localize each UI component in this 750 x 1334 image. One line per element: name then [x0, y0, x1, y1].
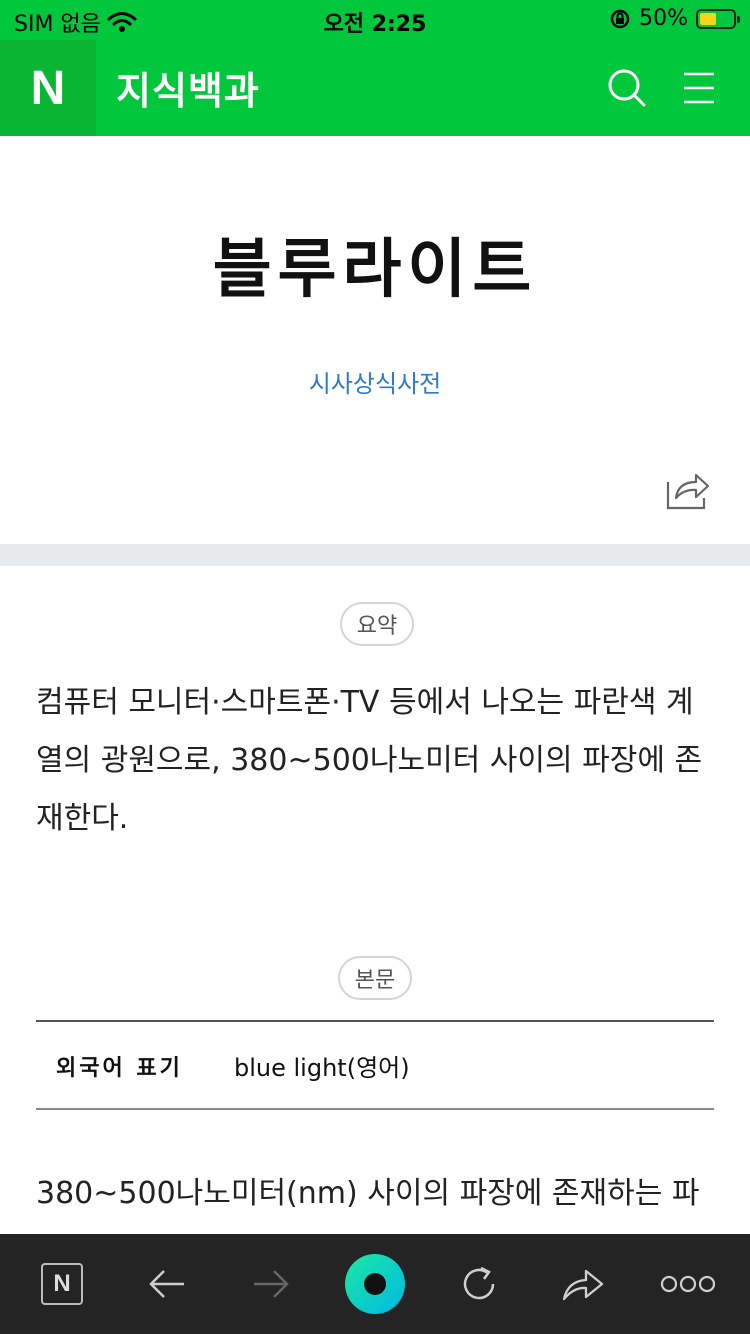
naver-home-button[interactable]: N — [36, 1258, 88, 1310]
source-dictionary-link[interactable]: 시사상식사전 — [0, 364, 750, 399]
status-right: 50% — [609, 6, 740, 31]
hamburger-menu-icon — [684, 72, 714, 104]
battery-percent: 50% — [639, 6, 688, 31]
arrow-left-icon — [149, 1270, 184, 1298]
share-toolbar-button[interactable] — [557, 1258, 609, 1310]
more-button[interactable] — [660, 1258, 716, 1310]
app-header: N 지식백과 — [0, 40, 750, 136]
main-body-badge: 본문 — [338, 956, 412, 1000]
arrow-right-icon — [254, 1270, 289, 1298]
share-arrow-icon — [562, 1269, 604, 1301]
header-title[interactable]: 지식백과 — [116, 60, 260, 115]
refresh-icon — [463, 1266, 495, 1300]
forward-button[interactable] — [245, 1258, 297, 1310]
more-icon — [660, 1275, 716, 1293]
search-button[interactable] — [604, 64, 652, 112]
browser-toolbar: N — [0, 1234, 750, 1334]
naver-logo-button[interactable]: N — [0, 40, 96, 136]
share-button[interactable] — [664, 466, 712, 512]
section-divider — [0, 544, 750, 566]
back-button[interactable] — [141, 1258, 193, 1310]
naver-home-icon: N — [41, 1263, 83, 1305]
green-dot-icon — [345, 1254, 405, 1314]
search-icon — [608, 69, 646, 107]
share-icon — [666, 473, 710, 510]
info-table: 외국어 표기 blue light(영어) — [36, 1020, 714, 1110]
battery-level-fill — [700, 12, 716, 25]
foreign-notation-label: 외국어 표기 — [56, 1056, 183, 1081]
refresh-button[interactable] — [453, 1258, 505, 1310]
foreign-notation-value: blue light(영어) — [234, 1054, 410, 1082]
battery-tip — [737, 15, 740, 23]
status-bar: SIM 없음 오전 2:25 50% — [0, 0, 750, 40]
summary-badge: 요약 — [340, 602, 414, 646]
body-text: 380~500나노미터(nm) 사이의 파장에 존재하는 파 — [36, 1176, 700, 1211]
battery-icon — [696, 8, 740, 29]
orientation-lock-icon — [610, 9, 630, 28]
naver-home-label: N — [53, 1270, 71, 1297]
green-dot-button[interactable] — [344, 1253, 406, 1315]
menu-button[interactable] — [676, 64, 724, 112]
article-title: 블루라이트 — [212, 233, 538, 307]
summary-text: 컴퓨터 모니터·스마트폰·TV 등에서 나오는 파란색 계열의 광원으로, 38… — [36, 685, 703, 836]
